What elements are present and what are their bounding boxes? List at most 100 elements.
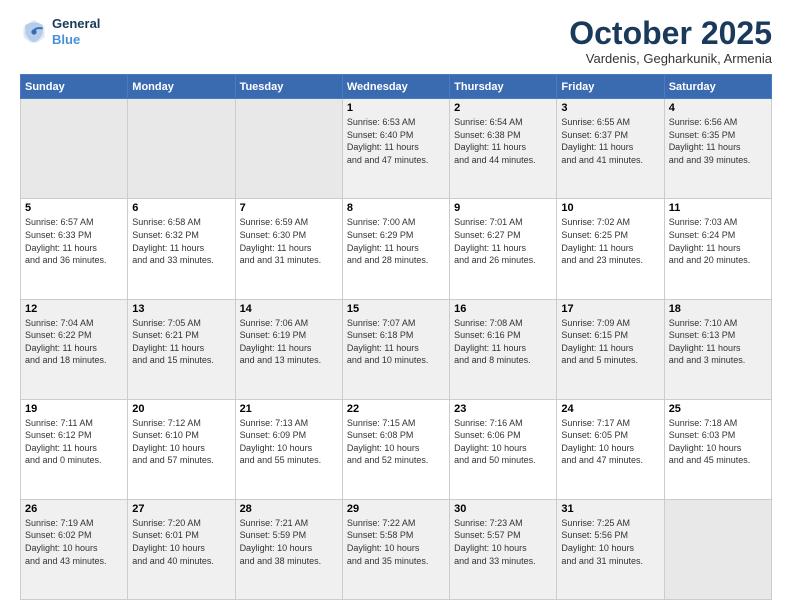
daylight-minutes: and and 50 minutes.	[454, 455, 536, 465]
calendar-week-row: 26Sunrise: 7:19 AMSunset: 6:02 PMDayligh…	[21, 499, 772, 599]
cell-date-number: 24	[561, 403, 659, 415]
weekday-header: Thursday	[450, 75, 557, 99]
cell-info: Sunrise: 7:12 AMSunset: 6:10 PMDaylight:…	[132, 417, 230, 467]
daylight-hours: Daylight: 10 hours	[454, 543, 527, 553]
cell-info: Sunrise: 7:09 AMSunset: 6:15 PMDaylight:…	[561, 317, 659, 367]
cell-date-number: 2	[454, 102, 552, 114]
daylight-hours: Daylight: 11 hours	[132, 343, 204, 353]
weekday-header: Sunday	[21, 75, 128, 99]
daylight-minutes: and and 15 minutes.	[132, 355, 214, 365]
header: General Blue October 2025 Vardenis, Gegh…	[20, 16, 772, 66]
sunrise-text: Sunrise: 7:19 AM	[25, 518, 94, 528]
daylight-minutes: and and 10 minutes.	[347, 355, 429, 365]
cell-info: Sunrise: 7:08 AMSunset: 6:16 PMDaylight:…	[454, 317, 552, 367]
logo-icon	[20, 18, 48, 46]
calendar-cell: 4Sunrise: 6:56 AMSunset: 6:35 PMDaylight…	[664, 99, 771, 199]
calendar-cell: 22Sunrise: 7:15 AMSunset: 6:08 PMDayligh…	[342, 399, 449, 499]
sunrise-text: Sunrise: 6:59 AM	[240, 217, 309, 227]
daylight-hours: Daylight: 10 hours	[561, 443, 634, 453]
cell-date-number: 19	[25, 403, 123, 415]
cell-info: Sunrise: 6:58 AMSunset: 6:32 PMDaylight:…	[132, 216, 230, 266]
cell-info: Sunrise: 6:54 AMSunset: 6:38 PMDaylight:…	[454, 116, 552, 166]
cell-date-number: 16	[454, 303, 552, 315]
daylight-hours: Daylight: 11 hours	[561, 243, 633, 253]
sunset-text: Sunset: 6:16 PM	[454, 330, 521, 340]
sunset-text: Sunset: 6:09 PM	[240, 430, 307, 440]
sunset-text: Sunset: 6:35 PM	[669, 130, 736, 140]
sunrise-text: Sunrise: 6:53 AM	[347, 117, 416, 127]
sunrise-text: Sunrise: 7:03 AM	[669, 217, 738, 227]
daylight-minutes: and and 31 minutes.	[561, 556, 643, 566]
calendar-week-row: 1Sunrise: 6:53 AMSunset: 6:40 PMDaylight…	[21, 99, 772, 199]
calendar-cell: 8Sunrise: 7:00 AMSunset: 6:29 PMDaylight…	[342, 199, 449, 299]
calendar-cell: 25Sunrise: 7:18 AMSunset: 6:03 PMDayligh…	[664, 399, 771, 499]
sunrise-text: Sunrise: 7:15 AM	[347, 418, 416, 428]
cell-date-number: 6	[132, 202, 230, 214]
sunset-text: Sunset: 6:37 PM	[561, 130, 628, 140]
sunset-text: Sunset: 6:08 PM	[347, 430, 414, 440]
daylight-minutes: and and 33 minutes.	[454, 556, 536, 566]
calendar-cell: 31Sunrise: 7:25 AMSunset: 5:56 PMDayligh…	[557, 499, 664, 599]
daylight-minutes: and and 35 minutes.	[347, 556, 429, 566]
daylight-minutes: and and 47 minutes.	[347, 155, 429, 165]
sunrise-text: Sunrise: 7:02 AM	[561, 217, 630, 227]
sunrise-text: Sunrise: 6:55 AM	[561, 117, 630, 127]
daylight-minutes: and and 20 minutes.	[669, 255, 751, 265]
daylight-minutes: and and 57 minutes.	[132, 455, 214, 465]
sunrise-text: Sunrise: 7:16 AM	[454, 418, 523, 428]
cell-info: Sunrise: 7:21 AMSunset: 5:59 PMDaylight:…	[240, 517, 338, 567]
sunrise-text: Sunrise: 7:25 AM	[561, 518, 630, 528]
sunset-text: Sunset: 6:15 PM	[561, 330, 628, 340]
daylight-minutes: and and 26 minutes.	[454, 255, 536, 265]
cell-date-number: 15	[347, 303, 445, 315]
calendar-cell: 16 Sunrise: 7:08 AMSunset: 6:16 PMDayligh…	[450, 299, 557, 399]
logo-text: General Blue	[52, 16, 100, 47]
daylight-minutes: and and 44 minutes.	[454, 155, 536, 165]
sunset-text: Sunset: 6:05 PM	[561, 430, 628, 440]
daylight-minutes: and and 40 minutes.	[132, 556, 214, 566]
daylight-hours: Daylight: 10 hours	[240, 443, 313, 453]
sunrise-text: Sunrise: 7:04 AM	[25, 318, 94, 328]
calendar-cell	[235, 99, 342, 199]
sunrise-text: Sunrise: 6:58 AM	[132, 217, 201, 227]
daylight-minutes: and and 18 minutes.	[25, 355, 107, 365]
calendar-table: SundayMondayTuesdayWednesdayThursdayFrid…	[20, 74, 772, 600]
calendar-week-row: 5Sunrise: 6:57 AMSunset: 6:33 PMDaylight…	[21, 199, 772, 299]
sunset-text: Sunset: 6:18 PM	[347, 330, 414, 340]
calendar-cell: 12Sunrise: 7:04 AMSunset: 6:22 PMDayligh…	[21, 299, 128, 399]
calendar-cell: 7Sunrise: 6:59 AMSunset: 6:30 PMDaylight…	[235, 199, 342, 299]
cell-date-number: 14	[240, 303, 338, 315]
calendar-cell: 9Sunrise: 7:01 AMSunset: 6:27 PMDaylight…	[450, 199, 557, 299]
daylight-hours: Daylight: 11 hours	[561, 343, 633, 353]
daylight-hours: Daylight: 11 hours	[25, 343, 97, 353]
calendar-cell: 15 Sunrise: 7:07 AMSunset: 6:18 PMDayligh…	[342, 299, 449, 399]
cell-info: Sunrise: 7:07 AMSunset: 6:18 PMDaylight:…	[347, 317, 445, 367]
title-area: October 2025 Vardenis, Gegharkunik, Arme…	[569, 16, 772, 66]
daylight-hours: Daylight: 11 hours	[25, 443, 97, 453]
calendar-cell: 27Sunrise: 7:20 AMSunset: 6:01 PMDayligh…	[128, 499, 235, 599]
daylight-minutes: and and 3 minutes.	[669, 355, 746, 365]
cell-date-number: 3	[561, 102, 659, 114]
cell-date-number: 28	[240, 503, 338, 515]
cell-info: Sunrise: 7:00 AMSunset: 6:29 PMDaylight:…	[347, 216, 445, 266]
cell-info: Sunrise: 7:06 AMSunset: 6:19 PMDaylight:…	[240, 317, 338, 367]
calendar-cell: 10Sunrise: 7:02 AMSunset: 6:25 PMDayligh…	[557, 199, 664, 299]
cell-date-number: 17	[561, 303, 659, 315]
calendar-cell: 30Sunrise: 7:23 AMSunset: 5:57 PMDayligh…	[450, 499, 557, 599]
daylight-hours: Daylight: 11 hours	[347, 343, 419, 353]
cell-info: Sunrise: 7:03 AMSunset: 6:24 PMDaylight:…	[669, 216, 767, 266]
cell-date-number: 13	[132, 303, 230, 315]
cell-date-number: 29	[347, 503, 445, 515]
cell-date-number: 9	[454, 202, 552, 214]
cell-date-number: 26	[25, 503, 123, 515]
daylight-hours: Daylight: 11 hours	[240, 343, 312, 353]
sunrise-text: Sunrise: 6:57 AM	[25, 217, 94, 227]
sunset-text: Sunset: 6:10 PM	[132, 430, 199, 440]
daylight-hours: Daylight: 10 hours	[25, 543, 98, 553]
sunset-text: Sunset: 6:25 PM	[561, 230, 628, 240]
sunrise-text: Sunrise: 7:12 AM	[132, 418, 201, 428]
calendar-cell: 14 Sunrise: 7:06 AMSunset: 6:19 PMDayligh…	[235, 299, 342, 399]
daylight-hours: Daylight: 11 hours	[25, 243, 97, 253]
daylight-hours: Daylight: 11 hours	[347, 142, 419, 152]
weekday-header: Tuesday	[235, 75, 342, 99]
